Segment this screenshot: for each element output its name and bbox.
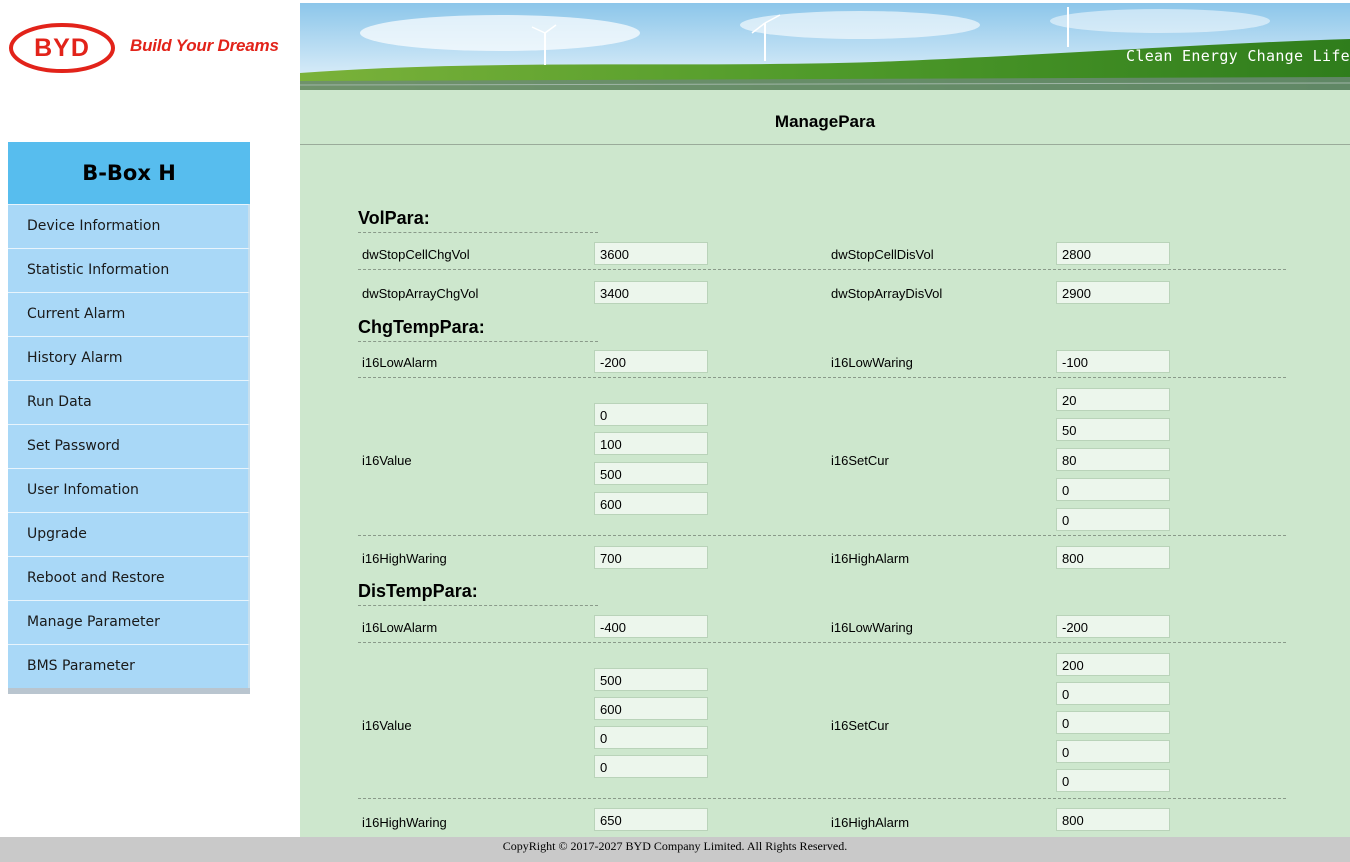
section-title-chgtemppara: ChgTempPara: <box>358 317 598 342</box>
field-dis-value-2[interactable]: 600 <box>594 697 708 720</box>
row-divider <box>358 535 1286 536</box>
field-chg-high-waring[interactable]: 700 <box>594 546 708 569</box>
label-dis-high-waring: i16HighWaring <box>362 815 447 830</box>
field-chg-value-3[interactable]: 500 <box>594 462 708 485</box>
sidebar-item-statistic-information[interactable]: Statistic Information <box>8 248 250 292</box>
sidebar-item-set-password[interactable]: Set Password <box>8 424 250 468</box>
section-title-volpara: VolPara: <box>358 208 598 233</box>
label-stop-array-chg-vol: dwStopArrayChgVol <box>362 286 479 301</box>
title-divider <box>300 144 1350 145</box>
sidebar-title: B-Box H <box>8 142 250 204</box>
sidebar-item-reboot-and-restore[interactable]: Reboot and Restore <box>8 556 250 600</box>
header-logo-area: BYD Build Your Dreams <box>0 0 300 92</box>
field-chg-high-alarm[interactable]: 800 <box>1056 546 1170 569</box>
sidebar-item-manage-parameter[interactable]: Manage Parameter <box>8 600 250 644</box>
label-dis-high-alarm: i16HighAlarm <box>831 815 910 830</box>
main-panel: ManagePara VolPara: dwStopCellChgVol 360… <box>300 90 1350 837</box>
field-dis-value-3[interactable]: 0 <box>594 726 708 749</box>
field-chg-value-2[interactable]: 100 <box>594 432 708 455</box>
label-dis-low-waring: i16LowWaring <box>831 620 913 635</box>
label-stop-array-dis-vol: dwStopArrayDisVol <box>831 286 943 301</box>
field-dis-set-cur-3[interactable]: 0 <box>1056 711 1170 734</box>
field-dis-low-waring[interactable]: -200 <box>1056 615 1170 638</box>
field-dis-high-alarm[interactable]: 800 <box>1056 808 1170 831</box>
label-chg-value: i16Value <box>362 453 412 468</box>
header-banner: Clean Energy Change Life <box>300 3 1350 90</box>
field-chg-set-cur-1[interactable]: 20 <box>1056 388 1170 411</box>
page-title: ManagePara <box>774 112 876 131</box>
field-chg-value-4[interactable]: 600 <box>594 492 708 515</box>
sidebar-item-upgrade[interactable]: Upgrade <box>8 512 250 556</box>
label-chg-low-waring: i16LowWaring <box>831 355 913 370</box>
field-stop-array-chg-vol[interactable]: 3400 <box>594 281 708 304</box>
sidebar: B-Box H Device Information Statistic Inf… <box>8 142 250 694</box>
row-divider <box>358 642 1286 643</box>
field-dis-value-4[interactable]: 0 <box>594 755 708 778</box>
field-dis-set-cur-5[interactable]: 0 <box>1056 769 1170 792</box>
label-stop-cell-dis-vol: dwStopCellDisVol <box>831 247 934 262</box>
sidebar-bottom-bar <box>8 688 250 694</box>
field-stop-cell-chg-vol[interactable]: 3600 <box>594 242 708 265</box>
section-title-distemppara: DisTempPara: <box>358 581 598 606</box>
label-chg-high-waring: i16HighWaring <box>362 551 447 566</box>
field-stop-array-dis-vol[interactable]: 2900 <box>1056 281 1170 304</box>
field-chg-low-waring[interactable]: -100 <box>1056 350 1170 373</box>
field-dis-set-cur-4[interactable]: 0 <box>1056 740 1170 763</box>
field-stop-cell-dis-vol[interactable]: 2800 <box>1056 242 1170 265</box>
sidebar-item-user-information[interactable]: User Infomation <box>8 468 250 512</box>
field-chg-set-cur-5[interactable]: 0 <box>1056 508 1170 531</box>
row-divider <box>358 269 1286 270</box>
banner-slogan: Clean Energy Change Life <box>1126 47 1350 65</box>
sidebar-item-device-information[interactable]: Device Information <box>8 204 250 248</box>
label-chg-low-alarm: i16LowAlarm <box>362 355 438 370</box>
label-dis-set-cur: i16SetCur <box>831 718 889 733</box>
field-dis-set-cur-2[interactable]: 0 <box>1056 682 1170 705</box>
field-dis-high-waring[interactable]: 650 <box>594 808 708 831</box>
row-divider <box>358 377 1286 378</box>
sidebar-item-run-data[interactable]: Run Data <box>8 380 250 424</box>
label-stop-cell-chg-vol: dwStopCellChgVol <box>362 247 470 262</box>
svg-text:BYD: BYD <box>34 34 90 62</box>
field-chg-low-alarm[interactable]: -200 <box>594 350 708 373</box>
label-dis-low-alarm: i16LowAlarm <box>362 620 438 635</box>
label-chg-high-alarm: i16HighAlarm <box>831 551 910 566</box>
field-chg-value-1[interactable]: 0 <box>594 403 708 426</box>
label-chg-set-cur: i16SetCur <box>831 453 889 468</box>
field-chg-set-cur-4[interactable]: 0 <box>1056 478 1170 501</box>
byd-logo-icon: BYD <box>9 23 115 73</box>
label-dis-value: i16Value <box>362 718 412 733</box>
sidebar-item-current-alarm[interactable]: Current Alarm <box>8 292 250 336</box>
field-dis-value-1[interactable]: 500 <box>594 668 708 691</box>
sidebar-item-bms-parameter[interactable]: BMS Parameter <box>8 644 250 688</box>
brand-tagline: Build Your Dreams <box>130 36 279 55</box>
field-chg-set-cur-3[interactable]: 80 <box>1056 448 1170 471</box>
row-divider <box>358 798 1286 799</box>
field-chg-set-cur-2[interactable]: 50 <box>1056 418 1170 441</box>
sidebar-item-history-alarm[interactable]: History Alarm <box>8 336 250 380</box>
field-dis-low-alarm[interactable]: -400 <box>594 615 708 638</box>
field-dis-set-cur-1[interactable]: 200 <box>1056 653 1170 676</box>
footer-copyright: CopyRight © 2017-2027 BYD Company Limite… <box>0 837 1350 862</box>
